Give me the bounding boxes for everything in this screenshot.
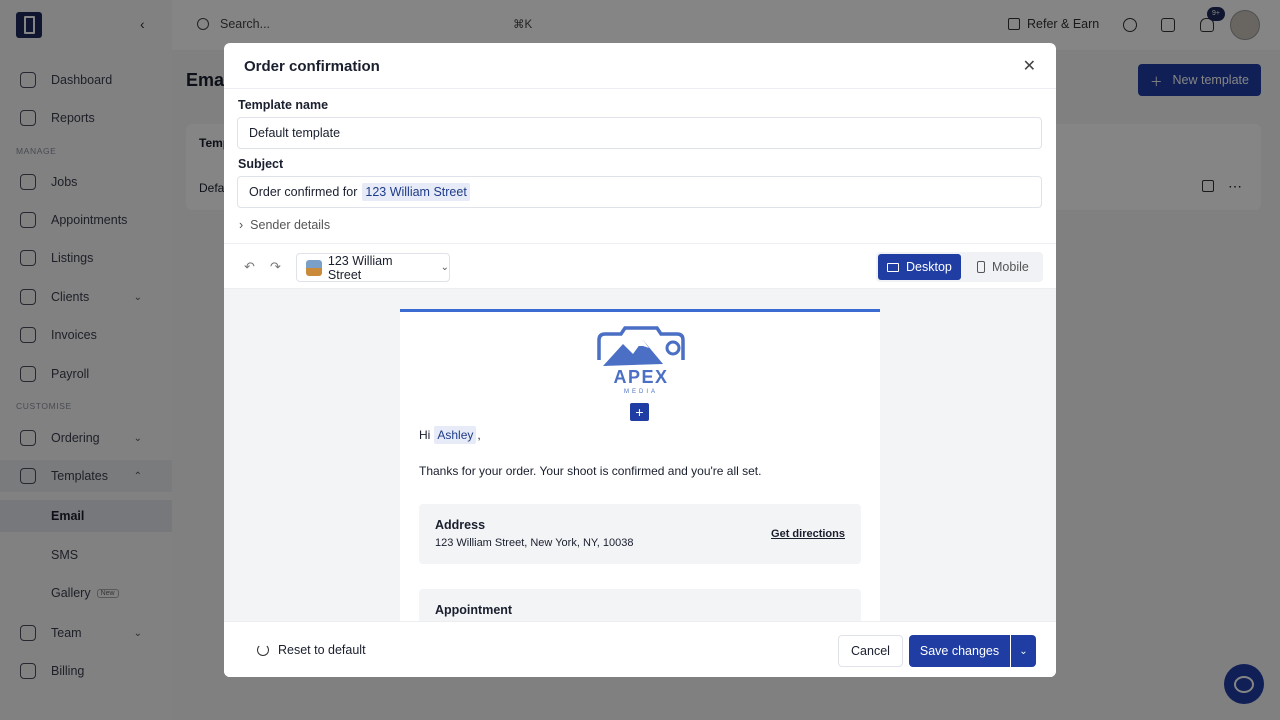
view-toggle: Desktop Mobile: [876, 252, 1043, 282]
chevron-down-icon: ⌄: [440, 262, 449, 273]
monitor-icon: [887, 262, 899, 272]
editor-toolbar: ↶ ↷ 123 William Street ⌄ Desktop Mobile: [224, 243, 1056, 289]
add-block-button[interactable]: +: [630, 403, 649, 421]
modal-footer: Reset to default Cancel Save changes ⌄: [224, 621, 1056, 677]
property-select[interactable]: 123 William Street ⌄: [296, 253, 450, 282]
template-name-field[interactable]: Default template: [237, 117, 1042, 149]
merge-tag-address[interactable]: 123 William Street: [362, 183, 470, 201]
apex-media-logo: APEX MEDIA: [597, 326, 685, 395]
address-value: 123 William Street, New York, NY, 10038: [435, 537, 634, 549]
address-title: Address: [435, 518, 486, 532]
appointment-title: Appointment: [435, 603, 513, 617]
subject-label: Subject: [238, 157, 284, 171]
cancel-button[interactable]: Cancel: [838, 635, 903, 667]
appointment-card: Appointment: [419, 589, 861, 621]
phone-icon: [977, 261, 985, 273]
get-directions-link[interactable]: Get directions: [771, 528, 845, 540]
subject-field[interactable]: Order confirmed for 123 William Street: [237, 176, 1042, 208]
mobile-view-button[interactable]: Mobile: [968, 254, 1038, 280]
desktop-view-button[interactable]: Desktop: [878, 254, 961, 280]
address-card: Address 123 William Street, New York, NY…: [419, 504, 861, 564]
email-preview: APEX MEDIA + Hi Ashley , Thanks for your…: [224, 289, 1056, 621]
brand-wordmark: APEX: [613, 367, 668, 387]
email-body-text: Thanks for your order. Your shoot is con…: [419, 464, 762, 478]
reset-icon: [257, 644, 269, 656]
save-options-chevron-icon[interactable]: ⌄: [1011, 635, 1036, 667]
close-icon[interactable]: ✕: [1023, 56, 1036, 76]
brand-subtitle: MEDIA: [624, 389, 658, 395]
chevron-right-icon: ›: [239, 218, 244, 232]
redo-icon[interactable]: ↷: [270, 259, 281, 275]
undo-icon[interactable]: ↶: [244, 259, 255, 275]
merge-tag-name[interactable]: Ashley: [434, 426, 477, 444]
reset-to-default-button[interactable]: Reset to default: [257, 643, 366, 657]
modal-header: Order confirmation ✕: [224, 43, 1056, 89]
save-changes-button[interactable]: Save changes: [909, 635, 1010, 667]
property-thumbnail: [306, 259, 322, 276]
template-name-label: Template name: [238, 98, 329, 112]
email-body: APEX MEDIA + Hi Ashley , Thanks for your…: [400, 309, 880, 621]
sender-details-toggle[interactable]: › Sender details: [239, 218, 330, 232]
email-greeting: Hi Ashley ,: [419, 426, 481, 444]
order-confirmation-modal: Order confirmation ✕ Template name Defau…: [224, 43, 1056, 677]
modal-title: Order confirmation: [244, 58, 380, 75]
